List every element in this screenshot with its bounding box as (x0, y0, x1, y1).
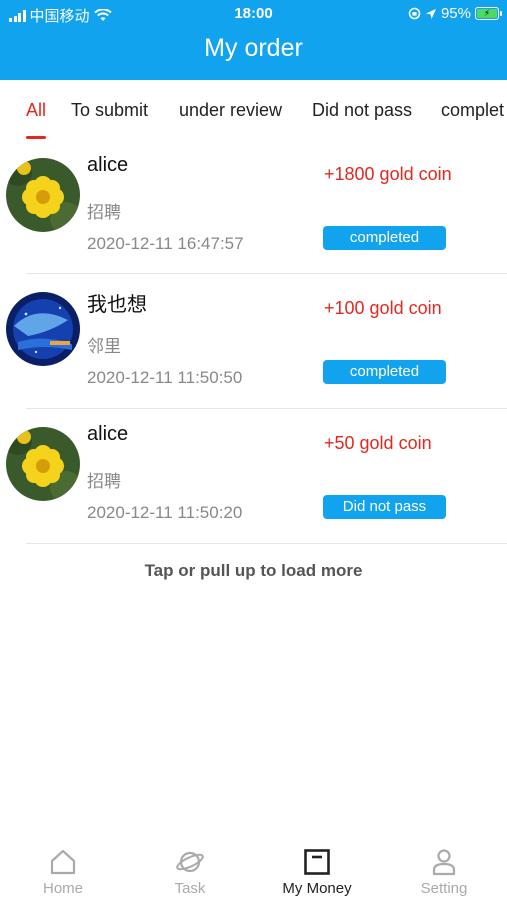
status-badge: Did not pass (323, 495, 446, 519)
avatar (6, 292, 80, 366)
order-tabs: All To submit under review Did not pass … (0, 80, 507, 140)
order-time: 2020-12-11 11:50:50 (87, 368, 243, 387)
tabbar-item-setting[interactable]: Setting (381, 836, 507, 900)
order-item[interactable]: 我也想 邻里 2020-12-11 11:50:50 +100 gold coi… (0, 274, 507, 408)
order-category: 招聘 (87, 203, 121, 222)
tab-all[interactable]: All (26, 100, 46, 121)
order-name: alice (87, 423, 129, 445)
divider (26, 543, 507, 544)
order-time: 2020-12-11 16:47:57 (87, 234, 244, 253)
location-icon (425, 8, 436, 19)
avatar (6, 427, 80, 501)
battery-percent: 95% (440, 5, 471, 22)
header-bar: 中国移动 18:00 95% ⚡ My order (0, 0, 507, 80)
order-time: 2020-12-11 11:50:20 (87, 503, 243, 522)
tab-completed[interactable]: complet (441, 100, 504, 121)
status-badge: completed (323, 360, 446, 384)
status-right: 95% ⚡ (408, 5, 502, 22)
active-tab-indicator (26, 136, 46, 139)
order-reward: +100 gold coin (324, 298, 442, 318)
tabbar-label: My Money (282, 880, 352, 897)
tabbar-item-task[interactable]: Task (127, 836, 253, 900)
order-name: 我也想 (87, 294, 147, 316)
order-category: 招聘 (87, 472, 121, 491)
rotation-lock-icon (408, 7, 421, 20)
whale-avatar-image (6, 292, 80, 366)
tab-did-not-pass[interactable]: Did not pass (312, 100, 412, 121)
bottom-tab-bar: Home Task My Money Setting (0, 836, 507, 900)
user-icon (432, 849, 456, 876)
tabbar-label: Setting (420, 880, 468, 897)
flower-avatar-image (6, 158, 80, 232)
tabbar-item-home[interactable]: Home (0, 836, 126, 900)
order-name: alice (87, 154, 129, 176)
flower-avatar-image (6, 427, 80, 501)
tabbar-label: Home (42, 880, 83, 897)
status-badge: completed (323, 226, 446, 250)
tabbar-item-my-money[interactable]: My Money (254, 836, 380, 900)
order-category: 邻里 (87, 337, 121, 356)
tab-under-review[interactable]: under review (179, 100, 282, 121)
status-bar: 中国移动 18:00 95% ⚡ (0, 0, 507, 28)
order-reward: +1800 gold coin (324, 164, 452, 184)
tabbar-label: Task (174, 880, 206, 897)
tab-to-submit[interactable]: To submit (71, 100, 148, 121)
page-title: My order (204, 34, 303, 62)
order-item[interactable]: alice 招聘 2020-12-11 16:47:57 +1800 gold … (0, 140, 507, 274)
order-item[interactable]: alice 招聘 2020-12-11 11:50:20 +50 gold co… (0, 409, 507, 543)
battery-icon: ⚡ (475, 7, 502, 20)
avatar (6, 158, 80, 232)
order-reward: +50 gold coin (324, 433, 432, 453)
load-more-button[interactable]: Tap or pull up to load more (0, 561, 507, 581)
planet-icon (176, 851, 204, 873)
home-icon (50, 849, 76, 875)
wallet-icon (304, 849, 330, 875)
